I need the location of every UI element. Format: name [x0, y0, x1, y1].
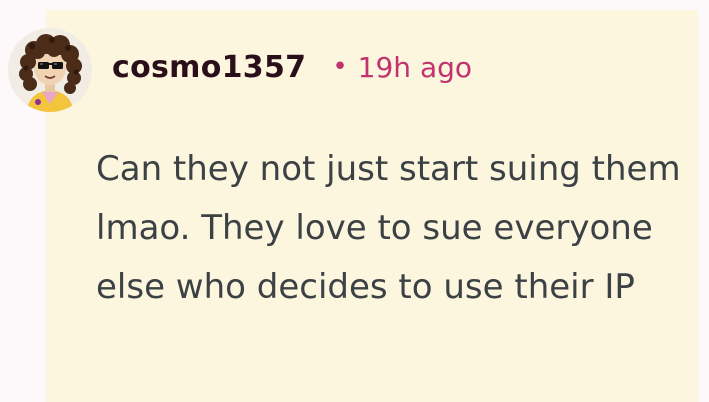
comment-body: Can they not just start suing them lmao.…: [96, 149, 681, 307]
timestamp-link[interactable]: 19h ago: [358, 51, 472, 84]
separator-dot: •: [332, 52, 348, 82]
avatar[interactable]: [8, 16, 92, 124]
username-link[interactable]: cosmo1357: [112, 50, 306, 85]
comment-header: cosmo1357 • 19h ago: [112, 44, 472, 90]
user-avatar-icon: [8, 28, 92, 112]
